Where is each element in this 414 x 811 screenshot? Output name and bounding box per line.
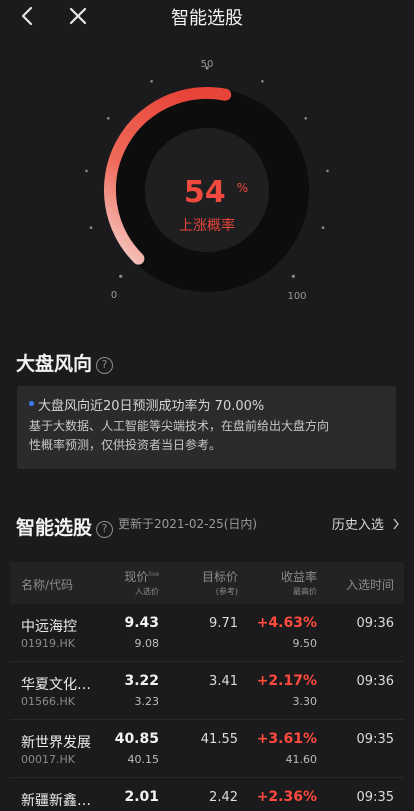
picks-title-text: 智能选股	[16, 517, 93, 539]
stock-name: 新世界发展	[21, 735, 91, 751]
chevron-right-icon	[393, 518, 399, 530]
current-price: 9.43	[124, 615, 159, 631]
header-price-label: 现价	[124, 570, 149, 584]
gauge-tick-dot	[85, 169, 88, 173]
market-title-text: 大盘风向	[16, 353, 93, 375]
header-yield-label: 收益率	[280, 570, 317, 584]
gauge-value: 54	[184, 175, 226, 210]
header-entry-price: 入选价	[135, 587, 159, 596]
table-header: 名称/代码 现价live 入选价 目标价 (参考) 收益率 最高价 入选时间	[10, 562, 404, 604]
table-row[interactable]: 华夏文化… 01566.HK 3.22 3.23 3.41 +2.17% 3.3…	[10, 662, 404, 720]
current-price: 2.01	[124, 789, 159, 805]
gauge-tick-label-right: 100	[287, 291, 306, 302]
header-time: 入选时间	[345, 578, 394, 592]
header-high-price: 最高价	[293, 587, 317, 596]
header-target: 目标价 (参考)	[202, 568, 238, 597]
picks-table: 名称/代码 现价live 入选价 目标价 (参考) 收益率 最高价 入选时间 中…	[10, 562, 404, 811]
table-row[interactable]: 中远海控 01919.HK 9.43 9.08 9.71 +4.63% 9.50…	[10, 604, 404, 662]
header-name-code: 名称/代码	[21, 578, 74, 592]
market-description: 基于大数据、人工智能等尖端技术，在盘前给出大盘方向 性概率预测，仅供投资者当日参…	[29, 417, 384, 455]
pick-time: 09:35	[356, 790, 394, 805]
gauge-unit: %	[237, 181, 248, 195]
gauge-tick-dot	[321, 226, 325, 229]
header-price-live: live	[148, 571, 159, 578]
stock-name: 中远海控	[21, 619, 77, 635]
high-price: 3.30	[292, 695, 318, 708]
header-price: 现价live 入选价	[124, 568, 159, 597]
stock-code: 01919.HK	[21, 637, 75, 650]
history-picks-label: 历史入选	[331, 518, 384, 533]
target-price: 9.71	[209, 616, 238, 631]
high-price: 9.50	[292, 637, 318, 650]
current-price: 40.85	[114, 731, 159, 747]
history-picks-link[interactable]: 历史入选	[332, 514, 400, 533]
nav-bar: 智能选股	[0, 0, 414, 34]
gauge-tick-dot	[119, 274, 123, 278]
gauge-tick-dot	[261, 80, 264, 83]
market-section-title: 大盘风向?	[16, 349, 114, 376]
update-time: 更新于2021-02-25(日内)	[118, 517, 258, 531]
entry-price: 3.23	[134, 695, 160, 708]
help-icon[interactable]: ?	[96, 521, 114, 538]
page-title: 智能选股	[171, 8, 243, 29]
header-yield: 收益率 最高价	[281, 568, 317, 597]
pick-time: 09:36	[356, 674, 394, 689]
yield-rate: +2.36%	[256, 789, 317, 805]
picks-section-title: 智能选股?	[16, 513, 114, 540]
table-row[interactable]: 新世界发展 00017.HK 40.85 40.15 41.55 +3.61% …	[10, 720, 404, 778]
gauge-tick-label-left: 0	[111, 290, 117, 301]
gauge-tick-dot	[107, 117, 110, 120]
pick-time: 09:36	[356, 616, 394, 631]
gauge-tick-dot	[326, 169, 329, 173]
gauge-tick-dot	[304, 117, 308, 120]
high-price: 41.60	[285, 753, 318, 766]
pick-time: 09:35	[356, 732, 394, 747]
market-description-line: 基于大数据、人工智能等尖端技术，在盘前给出大盘方向	[29, 419, 330, 433]
gauge-label: 上涨概率	[179, 217, 235, 234]
market-description-line: 性概率预测，仅供投资者当日参考。	[29, 438, 222, 452]
entry-price: 40.15	[127, 753, 160, 766]
probability-gauge: 50 0 100 54 % 上涨概率	[85, 59, 329, 302]
stock-name: 华夏文化…	[21, 677, 91, 693]
help-icon[interactable]: ?	[96, 357, 114, 374]
target-price: 2.42	[209, 790, 238, 805]
gauge-tick-label-top: 50	[201, 59, 214, 70]
header-target-ref: (参考)	[215, 587, 238, 596]
yield-rate: +2.17%	[256, 673, 317, 689]
market-info-box: 大盘风向近20日预测成功率为 70.00% 基于大数据、人工智能等尖端技术，在盘…	[17, 386, 396, 469]
stock-code: 01566.HK	[21, 695, 75, 708]
header-target-label: 目标价	[201, 570, 238, 584]
yield-rate: +4.63%	[256, 615, 317, 631]
gauge-tick-dot	[89, 226, 93, 229]
target-price: 41.55	[200, 732, 238, 747]
bullet-dot-icon	[29, 401, 34, 406]
yield-rate: +3.61%	[256, 731, 317, 747]
table-row[interactable]: 新疆新鑫… 2.01 2.42 +2.36% 09:35	[10, 778, 404, 811]
target-price: 3.41	[209, 674, 238, 689]
entry-price: 9.08	[134, 637, 160, 650]
gauge-tick-dot	[150, 80, 153, 83]
stock-name: 新疆新鑫…	[21, 793, 91, 809]
gauge-tick-dot	[291, 274, 295, 278]
current-price: 3.22	[124, 673, 159, 689]
market-headline: 大盘风向近20日预测成功率为 70.00%	[38, 399, 265, 414]
stock-code: 00017.HK	[21, 753, 75, 766]
